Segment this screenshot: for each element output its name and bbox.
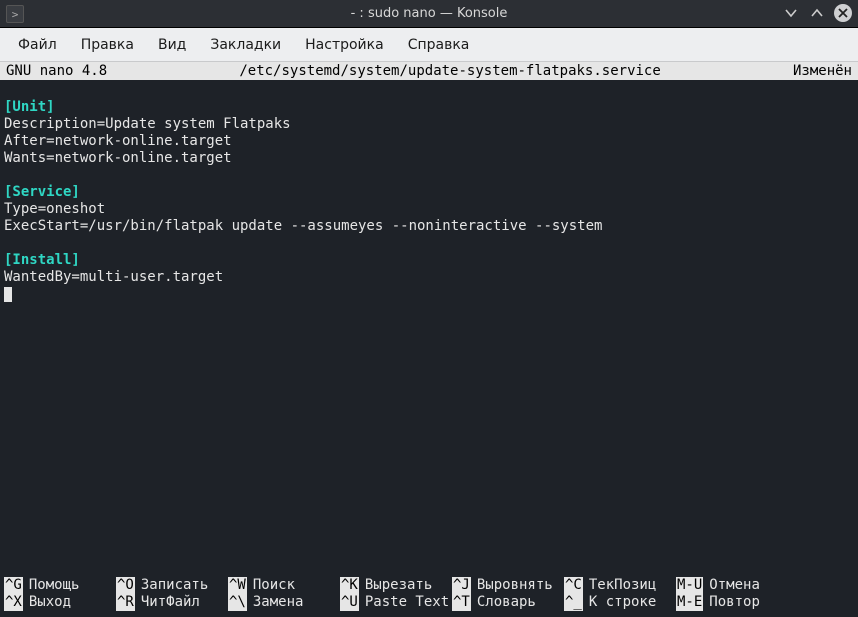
shortcut-label: Выход xyxy=(29,594,71,611)
shortcut-justify[interactable]: ^J Выровнять xyxy=(452,577,564,594)
key-label: ^W xyxy=(228,577,247,594)
menubar: Файл Правка Вид Закладки Настройка Справ… xyxy=(0,28,858,62)
nano-shortcuts: ^G Помощь ^O Записать ^W Поиск ^K Вырезать ^… xyxy=(0,575,858,617)
key-label: M-U xyxy=(676,577,703,594)
shortcut-writeout[interactable]: ^O Записать xyxy=(116,577,228,594)
key-label: ^_ xyxy=(564,594,583,611)
menu-edit[interactable]: Правка xyxy=(69,31,146,59)
key-label: ^G xyxy=(4,577,23,594)
shortcut-gotoline[interactable]: ^_ К строке xyxy=(564,594,676,611)
shortcut-label: Повтор xyxy=(709,594,760,611)
editor-line: Description=Update system Flatpaks xyxy=(4,116,291,132)
menu-settings[interactable]: Настройка xyxy=(293,31,396,59)
text-cursor xyxy=(4,287,12,302)
shortcut-row-2: ^XВыход ^RЧитФайл ^\Замена ^UPaste Text … xyxy=(4,594,854,611)
maximize-button[interactable] xyxy=(808,4,826,22)
section-service: [Service] xyxy=(4,184,80,200)
shortcut-label: Paste Text xyxy=(365,594,449,611)
nano-status: Изменён xyxy=(793,62,852,80)
editor-line: After=network-online.target xyxy=(4,133,232,149)
editor-line: Type=oneshot xyxy=(4,201,105,217)
shortcut-undo[interactable]: M-U Отмена xyxy=(676,577,788,594)
nano-header: GNU nano 4.8 /etc/systemd/system/update-… xyxy=(0,62,858,80)
shortcut-redo[interactable]: M-E Повтор xyxy=(676,594,788,611)
window-title: - : sudo nano — Konsole xyxy=(351,6,508,21)
key-label: ^O xyxy=(116,577,135,594)
shortcut-row-1: ^G Помощь ^O Записать ^W Поиск ^K Вырезать ^… xyxy=(4,577,854,594)
shortcut-paste[interactable]: ^U Paste Text xyxy=(340,594,452,611)
chevron-down-icon xyxy=(784,6,798,20)
menu-view[interactable]: Вид xyxy=(146,31,198,59)
titlebar: > - : sudo nano — Konsole xyxy=(0,0,858,28)
shortcut-search[interactable]: ^W Поиск xyxy=(228,577,340,594)
key-label: ^J xyxy=(452,577,471,594)
menu-help[interactable]: Справка xyxy=(396,31,482,59)
nano-filepath: /etc/systemd/system/update-system-flatpa… xyxy=(107,62,793,80)
section-install: [Install] xyxy=(4,252,80,268)
shortcut-label: ЧитФайл xyxy=(141,594,200,611)
key-label: ^\ xyxy=(228,594,247,611)
chevron-up-icon xyxy=(810,6,824,20)
key-label: ^K xyxy=(340,577,359,594)
close-icon xyxy=(836,6,850,20)
shortcut-label: Помощь xyxy=(29,577,80,594)
shortcut-label: Записать xyxy=(141,577,208,594)
key-label: ^C xyxy=(564,577,583,594)
shortcut-label: Вырезать xyxy=(365,577,432,594)
editor-area[interactable]: [Unit] Description=Update system Flatpak… xyxy=(0,80,858,575)
shortcut-label: Словарь xyxy=(477,594,536,611)
key-label: ^R xyxy=(116,594,135,611)
shortcut-readfile[interactable]: ^R ЧитФайл xyxy=(116,594,228,611)
shortcut-label: Поиск xyxy=(253,577,295,594)
shortcut-label: ТекПозиц xyxy=(589,577,656,594)
window-controls xyxy=(782,4,852,22)
shortcut-exit[interactable]: ^X Выход xyxy=(4,594,116,611)
shortcut-replace[interactable]: ^\ Замена xyxy=(228,594,340,611)
editor-line: Wants=network-online.target xyxy=(4,150,232,166)
minimize-button[interactable] xyxy=(782,4,800,22)
key-label: ^X xyxy=(4,594,23,611)
shortcut-label: Замена xyxy=(253,594,304,611)
close-button[interactable] xyxy=(834,4,852,22)
shortcut-label: К строке xyxy=(589,594,656,611)
key-label: ^U xyxy=(340,594,359,611)
key-label: M-E xyxy=(676,594,703,611)
shortcut-label: Отмена xyxy=(709,577,760,594)
shortcut-curpos[interactable]: ^C ТекПозиц xyxy=(564,577,676,594)
nano-version: GNU nano 4.8 xyxy=(6,62,107,80)
shortcut-cut[interactable]: ^K Вырезать xyxy=(340,577,452,594)
terminal-icon: > xyxy=(6,5,24,23)
shortcut-help[interactable]: ^G Помощь xyxy=(4,577,116,594)
editor-line: WantedBy=multi-user.target xyxy=(4,269,223,285)
key-label: ^T xyxy=(452,594,471,611)
menu-file[interactable]: Файл xyxy=(6,31,69,59)
editor-line: ExecStart=/usr/bin/flatpak update --assu… xyxy=(4,218,602,234)
shortcut-spell[interactable]: ^T Словарь xyxy=(452,594,564,611)
section-unit: [Unit] xyxy=(4,99,55,115)
shortcut-label: Выровнять xyxy=(477,577,553,594)
menu-bookmarks[interactable]: Закладки xyxy=(198,31,293,59)
